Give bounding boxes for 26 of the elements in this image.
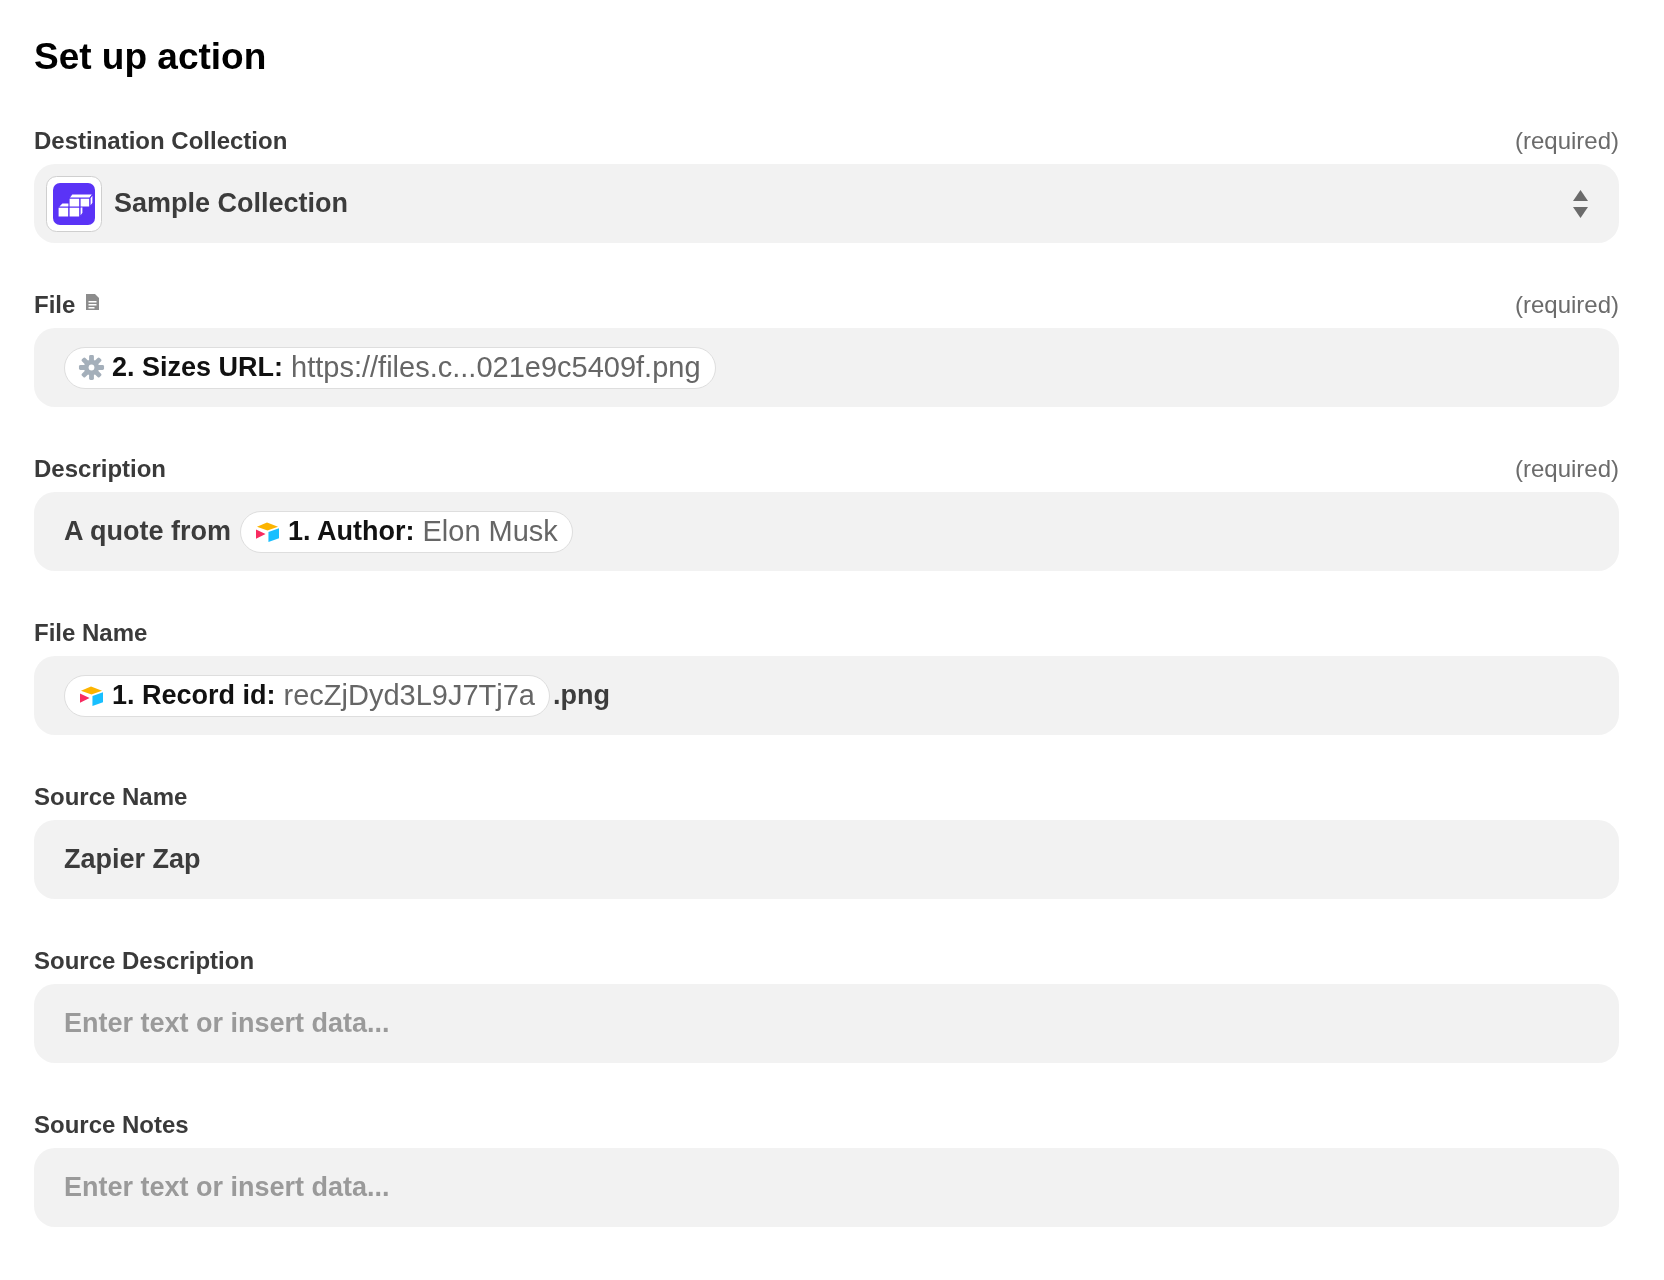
field-label: File Name bbox=[34, 621, 148, 645]
cubes-icon bbox=[46, 175, 102, 232]
field-label: Source Description bbox=[34, 949, 255, 973]
field-label: File bbox=[34, 293, 76, 317]
input-field[interactable]: A quote from 1. Author: Elon Musk bbox=[34, 492, 1619, 571]
field-label: Destination Collection bbox=[34, 129, 288, 153]
field-label: Description bbox=[34, 457, 167, 481]
select-field[interactable]: Sample Collection bbox=[34, 164, 1619, 243]
field-label: Source Name bbox=[34, 785, 188, 809]
required-note: (required) bbox=[1514, 129, 1619, 153]
field-label: Source Notes bbox=[34, 1113, 189, 1137]
input-field[interactable]: Zapier Zap bbox=[34, 820, 1619, 899]
box-icon bbox=[254, 520, 281, 543]
required-note: (required) bbox=[1514, 457, 1619, 481]
data-pill[interactable]: 1. Author: Elon Musk bbox=[240, 510, 573, 553]
input-field[interactable]: 2. Sizes URL: https://files.c...021e9c5409f.png bbox=[34, 328, 1619, 407]
gear-icon bbox=[78, 354, 105, 381]
input-field[interactable]: 1. Record id: recZjDyd3L9J7Tj7a .png bbox=[34, 656, 1619, 735]
page-title: Set up action bbox=[34, 35, 267, 79]
box-icon bbox=[78, 684, 105, 707]
data-pill[interactable]: 2. Sizes URL: https://files.c...021e9c5409f.png bbox=[64, 346, 716, 389]
input-field[interactable]: Enter text or insert data... bbox=[34, 1148, 1619, 1227]
data-pill[interactable]: 1. Record id: recZjDyd3L9J7Tj7a bbox=[64, 674, 550, 717]
up-down-arrow-icon bbox=[1572, 188, 1589, 219]
input-field[interactable]: Enter text or insert data... bbox=[34, 984, 1619, 1063]
required-note: (required) bbox=[1514, 293, 1619, 317]
